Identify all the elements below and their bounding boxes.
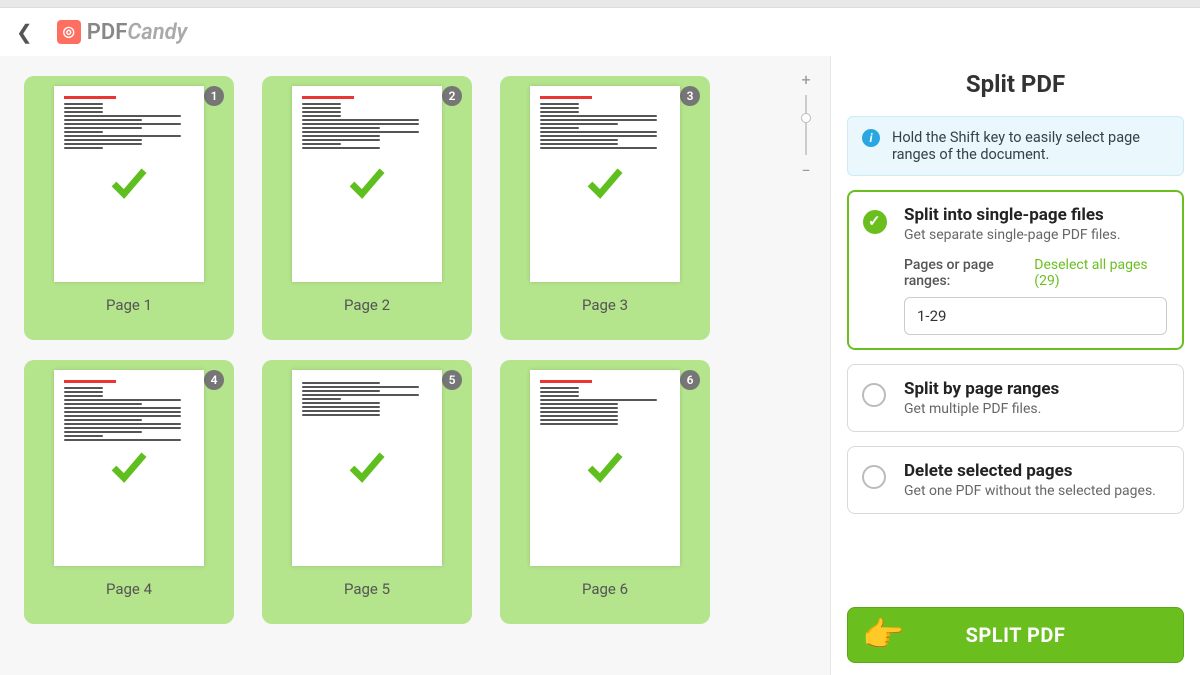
split-pdf-button[interactable]: 👉 SPLIT PDF [847,607,1184,663]
back-icon[interactable]: ❮ [16,20,33,44]
radio-icon [862,383,886,407]
option-title: Split into single-page files [904,205,1167,225]
app-logo[interactable]: ◎ PDFCandy [57,20,188,45]
zoom-thumb[interactable] [801,113,811,123]
check-icon [109,448,149,488]
zoom-slider[interactable] [805,95,807,155]
page-label: Page 2 [344,296,390,314]
page-thumb-3[interactable]: 3 Page 3 [500,76,710,340]
page-thumb-4[interactable]: 4 Page 4 [24,360,234,624]
page-thumb-5[interactable]: 5 Page 5 [262,360,472,624]
info-icon: i [862,129,880,147]
page-thumb-6[interactable]: 6 Page 6 [500,360,710,624]
deselect-all-link[interactable]: Deselect all pages (29) [1034,257,1167,289]
range-label: Pages or page ranges: [904,257,1034,289]
split-button-label: SPLIT PDF [966,623,1066,647]
page-label: Page 1 [106,296,152,314]
page-number-badge: 6 [680,370,700,390]
page-number-badge: 2 [442,86,462,106]
logo-text-suffix: Candy [127,20,187,45]
thumbnail [530,370,680,566]
thumbnail [292,86,442,282]
radio-icon [862,465,886,489]
thumbnail [292,370,442,566]
option-subtitle: Get separate single-page PDF files. [904,227,1167,243]
check-icon [347,448,387,488]
logo-text-prefix: PDF [87,20,128,45]
option-page-ranges[interactable]: Split by page ranges Get multiple PDF fi… [847,364,1184,432]
radio-checked-icon [863,210,887,234]
thumbnail [530,86,680,282]
zoom-in-icon[interactable]: + [801,70,810,89]
option-subtitle: Get one PDF without the selected pages. [904,483,1167,499]
option-single-pages[interactable]: Split into single-page files Get separat… [847,190,1184,350]
check-icon [585,448,625,488]
page-number-badge: 3 [680,86,700,106]
page-number-badge: 1 [204,86,224,106]
page-number-badge: 4 [204,370,224,390]
pages-grid: 1 Page 1 2 [24,76,806,624]
logo-icon: ◎ [57,20,81,44]
page-number-badge: 5 [442,370,462,390]
check-icon [585,164,625,204]
check-icon [347,164,387,204]
page-thumb-1[interactable]: 1 Page 1 [24,76,234,340]
thumbnail [54,86,204,282]
page-label: Page 5 [344,580,390,598]
page-thumb-2[interactable]: 2 Page 2 [262,76,472,340]
option-title: Split by page ranges [904,379,1167,399]
page-label: Page 6 [582,580,628,598]
hint-text: Hold the Shift key to easily select page… [892,129,1169,163]
page-label: Page 3 [582,296,628,314]
sidebar-panel: Split PDF i Hold the Shift key to easily… [830,56,1200,675]
pointing-hand-icon: 👉 [862,615,905,655]
panel-title: Split PDF [847,70,1184,98]
workspace: + − 1 Page 1 2 [0,56,1200,675]
browser-tab-strip [0,0,1200,8]
page-label: Page 4 [106,580,152,598]
option-title: Delete selected pages [904,461,1167,481]
thumbnail [54,370,204,566]
hint-box: i Hold the Shift key to easily select pa… [847,116,1184,176]
option-subtitle: Get multiple PDF files. [904,401,1167,417]
option-delete-pages[interactable]: Delete selected pages Get one PDF withou… [847,446,1184,514]
app-header: ❮ ◎ PDFCandy [0,8,1200,56]
pages-region: + − 1 Page 1 2 [0,56,830,675]
zoom-control: + − [792,70,820,180]
page-range-input[interactable] [904,297,1167,335]
zoom-out-icon[interactable]: − [801,161,810,180]
check-icon [109,164,149,204]
